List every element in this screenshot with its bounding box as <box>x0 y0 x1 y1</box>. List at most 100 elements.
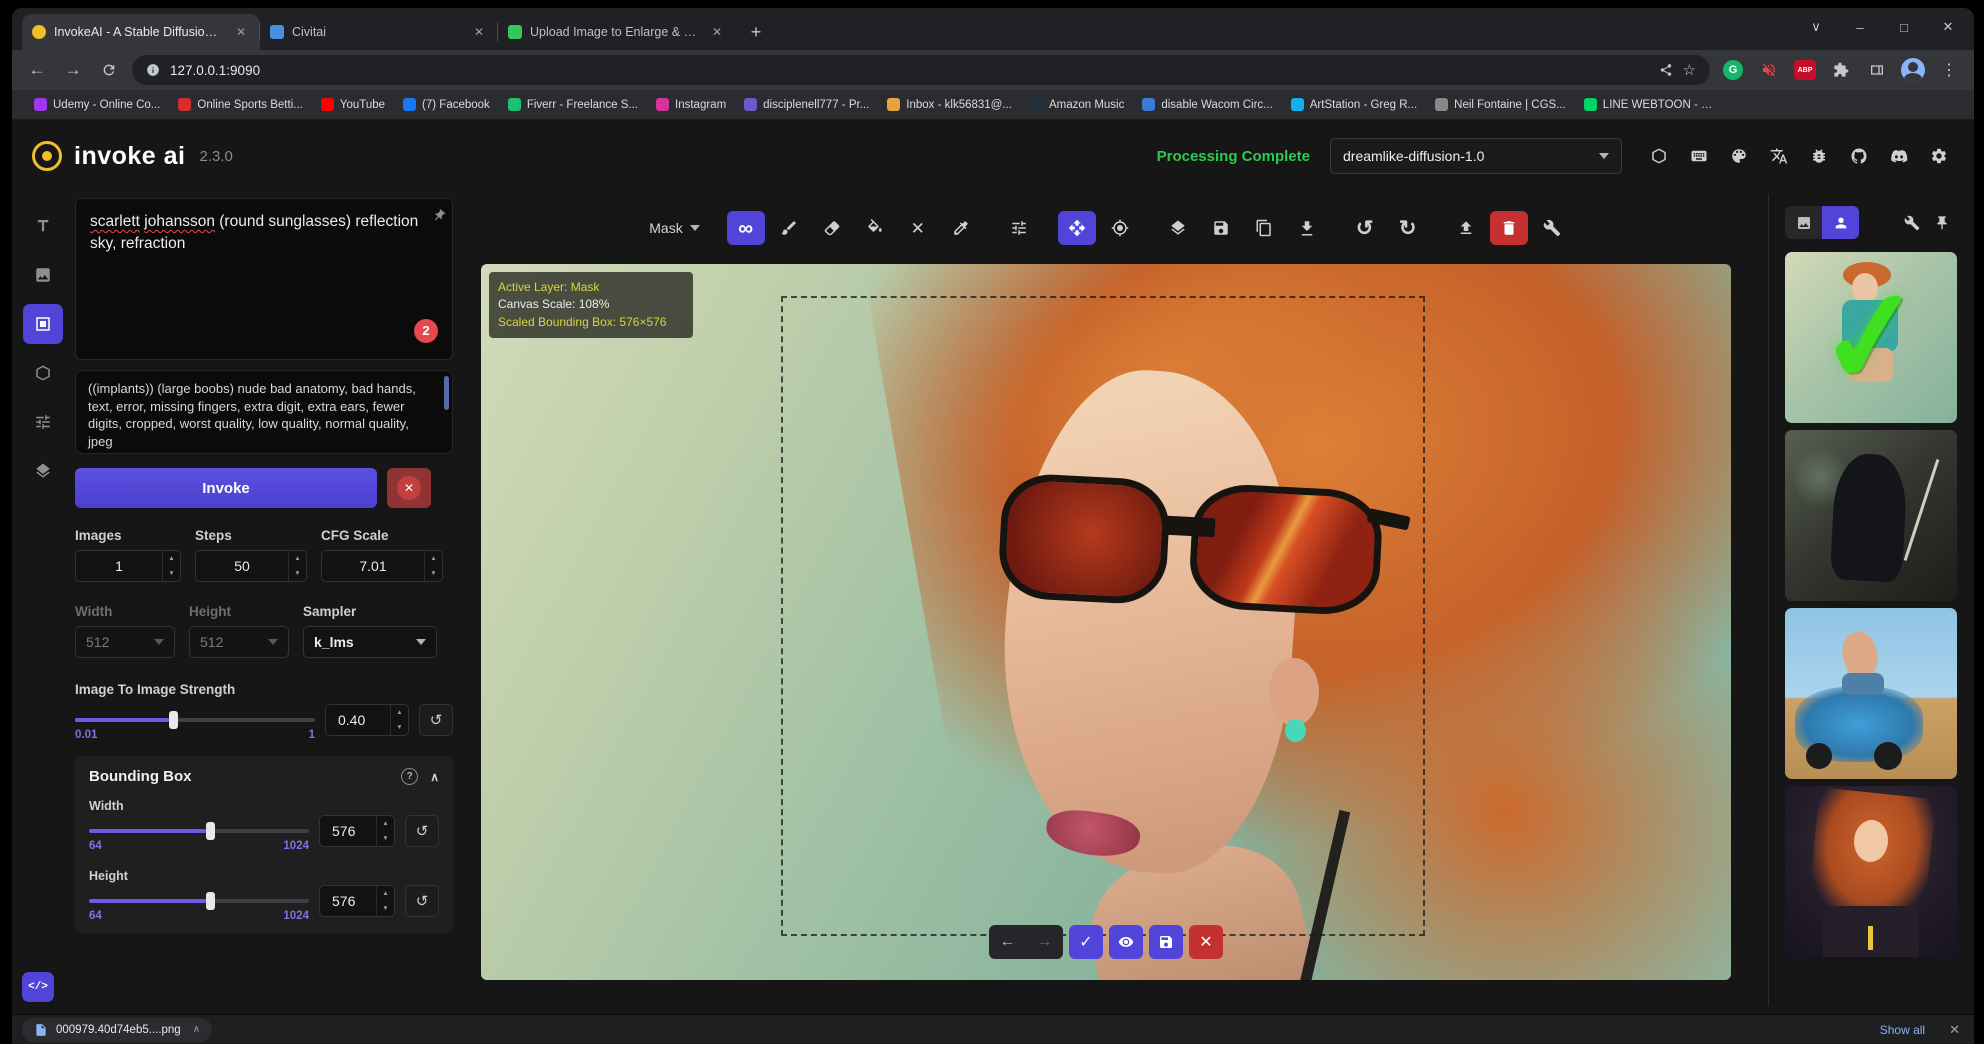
unified-canvas[interactable]: Active Layer: Mask Canvas Scale: 108% Sc… <box>481 264 1731 980</box>
brush-tool-icon[interactable] <box>770 211 808 245</box>
bbox-width-slider[interactable]: 64 1024 <box>89 818 309 844</box>
stepper-down-icon[interactable]: ▼ <box>377 901 394 916</box>
fill-bounding-box-icon[interactable] <box>856 211 894 245</box>
strength-slider[interactable]: 0.01 1 <box>75 707 315 733</box>
pin-prompt-icon[interactable] <box>424 205 449 231</box>
back-button[interactable]: ← <box>24 57 50 83</box>
tab-image-to-image[interactable] <box>23 255 63 295</box>
share-icon[interactable] <box>1659 63 1673 77</box>
bbox-width-slider-thumb[interactable] <box>206 822 215 840</box>
merge-layers-icon[interactable] <box>1159 211 1197 245</box>
model-manager-icon[interactable] <box>1644 141 1674 171</box>
bbox-height-stepper[interactable]: ▲▼ <box>376 886 394 916</box>
width-select[interactable]: 512 <box>75 626 175 658</box>
bbox-height-reset-button[interactable]: ↺ <box>405 885 439 917</box>
eraser-tool-icon[interactable] <box>813 211 851 245</box>
undo-icon[interactable]: ↺ <box>1346 211 1384 245</box>
prompt-input[interactable]: scarlett johansson (round sunglasses) re… <box>75 198 453 360</box>
images-input[interactable]: 1 ▲▼ <box>75 550 181 582</box>
forward-button[interactable]: → <box>60 57 86 83</box>
console-toggle-button[interactable]: </> <box>22 972 54 1002</box>
height-select[interactable]: 512 <box>189 626 289 658</box>
previous-image-button[interactable]: ← <box>989 925 1026 959</box>
bookmark-udemy[interactable]: Udemy - Online Co... <box>26 95 168 114</box>
images-stepper[interactable]: ▲▼ <box>162 551 180 581</box>
canvas-settings-wrench-icon[interactable] <box>1533 211 1571 245</box>
tab-close-icon[interactable]: ✕ <box>470 23 488 41</box>
bookmark-disciplenell[interactable]: disciplenell777 - Pr... <box>736 95 877 114</box>
tab-postprocessing[interactable] <box>23 402 63 442</box>
save-to-gallery-icon[interactable] <box>1202 211 1240 245</box>
bbox-width-reset-button[interactable]: ↺ <box>405 815 439 847</box>
bookmark-star-icon[interactable]: ☆ <box>1683 61 1696 79</box>
gallery-results-toggle-icon[interactable] <box>1822 206 1859 239</box>
strength-reset-button[interactable]: ↺ <box>419 704 453 736</box>
gallery-images-toggle-icon[interactable] <box>1785 206 1822 239</box>
url-text[interactable]: 127.0.0.1:9090 <box>170 63 260 78</box>
tab-text-to-image[interactable] <box>23 206 63 246</box>
bookmark-fiverr[interactable]: Fiverr - Freelance S... <box>500 95 646 114</box>
site-info-icon[interactable] <box>146 63 160 77</box>
theme-palette-icon[interactable] <box>1724 141 1754 171</box>
erase-bounding-box-icon[interactable]: ✕ <box>899 211 937 245</box>
bounding-box-header[interactable]: Bounding Box ? ∧ <box>89 768 439 785</box>
hotkeys-keyboard-icon[interactable] <box>1684 141 1714 171</box>
copy-to-clipboard-icon[interactable] <box>1245 211 1283 245</box>
language-translate-icon[interactable] <box>1764 141 1794 171</box>
tab-invokeai[interactable]: InvokeAI - A Stable Diffusion Tool ✕ <box>22 14 260 50</box>
bbox-height-slider[interactable]: 64 1024 <box>89 888 309 914</box>
strength-slider-thumb[interactable] <box>169 711 178 729</box>
steps-input[interactable]: 50 ▲▼ <box>195 550 307 582</box>
gallery-thumbnail-3[interactable] <box>1785 608 1957 779</box>
gallery-thumbnail-2[interactable] <box>1785 430 1957 601</box>
bbox-height-slider-thumb[interactable] <box>206 892 215 910</box>
show-hide-image-button[interactable] <box>1109 925 1143 959</box>
grammarly-extension-icon[interactable]: G <box>1720 57 1746 83</box>
bookmark-youtube[interactable]: YouTube <box>313 95 393 114</box>
stepper-down-icon[interactable]: ▼ <box>289 566 306 581</box>
bookmark-facebook[interactable]: (7) Facebook <box>395 95 498 114</box>
bbox-width-value[interactable]: 576 <box>320 816 376 846</box>
model-select[interactable]: dreamlike-diffusion-1.0 <box>1330 138 1622 174</box>
github-icon[interactable] <box>1844 141 1874 171</box>
tab-training[interactable] <box>23 451 63 491</box>
cfg-stepper[interactable]: ▲▼ <box>424 551 442 581</box>
download-caret-icon[interactable]: ∧ <box>193 1024 200 1035</box>
tab-nodes[interactable] <box>23 353 63 393</box>
bookmark-artstation[interactable]: ArtStation - Greg R... <box>1283 95 1425 114</box>
strength-input[interactable]: 0.40 ▲▼ <box>325 704 409 736</box>
new-tab-button[interactable]: + <box>742 18 770 46</box>
stepper-down-icon[interactable]: ▼ <box>163 566 180 581</box>
help-icon[interactable]: ? <box>401 768 418 785</box>
tab-civitai[interactable]: Civitai ✕ <box>260 14 498 50</box>
clear-canvas-trash-icon[interactable] <box>1490 211 1528 245</box>
scrollbar[interactable] <box>444 376 449 410</box>
bounding-box-selection[interactable] <box>781 296 1425 936</box>
negative-prompt-input[interactable]: ((implants)) (large boobs) nude bad anat… <box>75 370 453 454</box>
sampler-select[interactable]: k_lms <box>303 626 437 658</box>
bbox-width-input[interactable]: 576 ▲▼ <box>319 815 395 847</box>
strength-stepper[interactable]: ▲▼ <box>390 705 408 735</box>
settings-gear-icon[interactable] <box>1924 141 1954 171</box>
stepper-up-icon[interactable]: ▲ <box>289 551 306 566</box>
cfg-scale-value[interactable]: 7.01 <box>322 551 424 581</box>
bbox-height-input[interactable]: 576 ▲▼ <box>319 885 395 917</box>
report-bug-icon[interactable] <box>1804 141 1834 171</box>
gallery-thumbnail-1[interactable]: ✓ <box>1785 252 1957 423</box>
next-image-button[interactable]: → <box>1026 925 1063 959</box>
redo-icon[interactable]: ↻ <box>1389 211 1427 245</box>
bookmark-sports-betting[interactable]: Online Sports Betti... <box>170 95 310 114</box>
stepper-up-icon[interactable]: ▲ <box>425 551 442 566</box>
stepper-up-icon[interactable]: ▲ <box>377 816 394 831</box>
show-all-downloads-link[interactable]: Show all <box>1880 1023 1925 1037</box>
maximize-button[interactable]: □ <box>1884 12 1924 42</box>
bbox-height-value[interactable]: 576 <box>320 886 376 916</box>
browser-menu-kebab-icon[interactable]: ⋮ <box>1936 57 1962 83</box>
gallery-thumbnail-4[interactable] <box>1785 786 1957 957</box>
images-value[interactable]: 1 <box>76 551 162 581</box>
cancel-button[interactable]: ✕ <box>387 468 431 508</box>
bookmark-amazon-music[interactable]: Amazon Music <box>1022 95 1132 114</box>
save-staged-image-button[interactable] <box>1149 925 1183 959</box>
tab-upload-image[interactable]: Upload Image to Enlarge & Enha ✕ <box>498 14 736 50</box>
download-image-icon[interactable] <box>1288 211 1326 245</box>
